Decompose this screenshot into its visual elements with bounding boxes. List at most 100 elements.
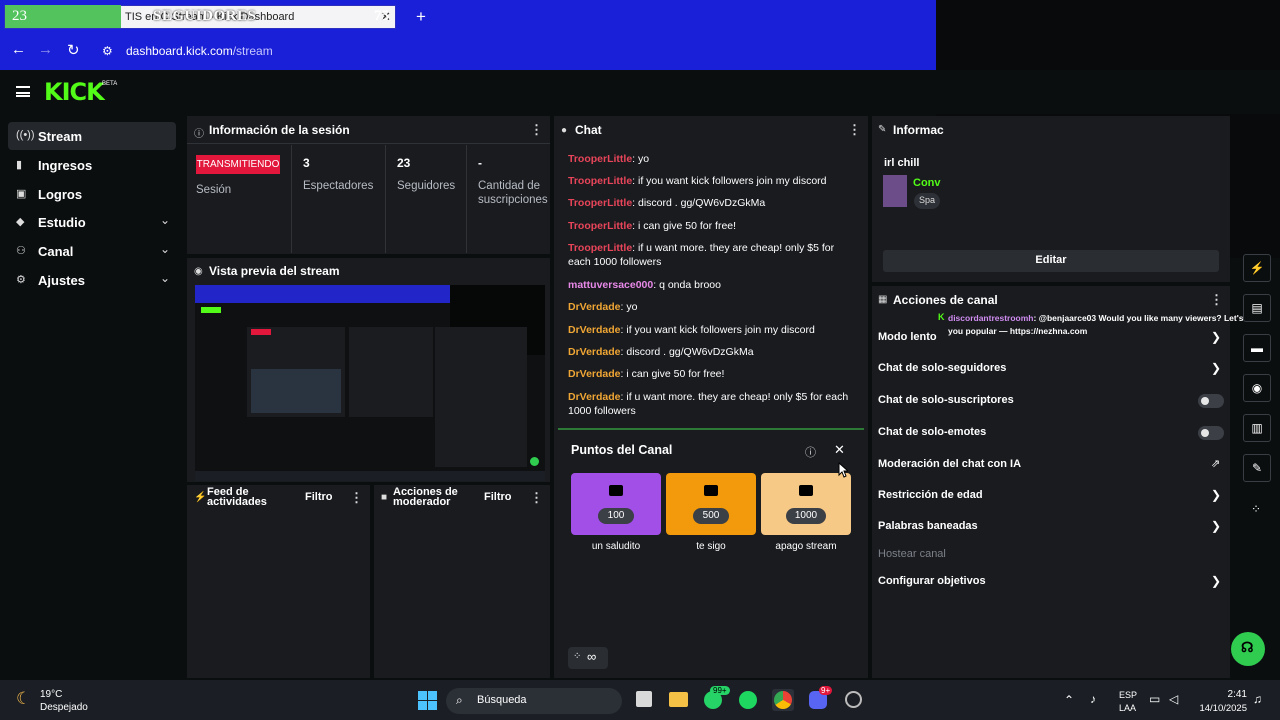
chat-message: TrooperLittle: yo [568, 152, 853, 166]
chat-username[interactable]: TrooperLittle [568, 220, 632, 232]
chat-text: : i can give 50 for free! [620, 368, 725, 380]
taskbar-search[interactable]: ⌕ Búsqueda [446, 688, 622, 714]
volume-icon[interactable]: ◁ [1169, 692, 1178, 706]
ai-moderation-item[interactable]: Moderación del chat con IA [878, 458, 1021, 470]
site-settings-icon[interactable]: ⚙ [102, 44, 113, 58]
chat-text: : yo [632, 153, 650, 165]
external-link-icon[interactable]: ⇗ [1211, 457, 1220, 470]
language-line2[interactable]: LAA [1119, 703, 1136, 713]
chat-username[interactable]: TrooperLittle [568, 242, 632, 254]
file-explorer-icon[interactable] [669, 692, 688, 707]
notification-bell-icon[interactable]: ♫ [1253, 692, 1262, 706]
gear-icon: ⚙ [16, 274, 26, 286]
chevron-down-icon: ⌄ [159, 213, 170, 227]
edit-button[interactable]: Editar [883, 250, 1219, 272]
preview-taskbar [195, 471, 545, 481]
wrench-icon[interactable]: ✎ [1243, 454, 1271, 482]
chat-username[interactable]: TrooperLittle [568, 175, 632, 187]
language-line1[interactable]: ESP [1119, 690, 1137, 700]
chat-bubble-icon[interactable]: ▬ [1243, 334, 1271, 362]
followers-only-item[interactable]: Chat de solo-seguidores [878, 362, 1006, 374]
chat-username[interactable]: TrooperLittle [568, 153, 632, 165]
chat-username[interactable]: TrooperLittle [568, 197, 632, 209]
sidebar-item-estudio[interactable]: ◆ Estudio ⌄ [8, 208, 176, 236]
sidebar-item-canal[interactable]: ⚇ Canal ⌄ [8, 237, 176, 265]
network-icon[interactable]: ▭ [1149, 692, 1160, 706]
new-tab-plus-icon[interactable]: + [416, 7, 426, 27]
windows-start-icon[interactable] [418, 691, 437, 710]
category-thumbnail [883, 175, 907, 207]
microphone-icon[interactable]: ♪ [1090, 692, 1096, 706]
forward-arrow-icon[interactable]: → [38, 41, 53, 58]
spotify-icon[interactable] [739, 691, 757, 709]
chat-message: DrVerdade: i can give 50 for free! [568, 367, 853, 381]
chevron-up-icon[interactable]: ⌃ [1064, 693, 1074, 707]
activity-menu-icon[interactable]: ⋮ [350, 490, 363, 506]
app-icon[interactable] [845, 691, 862, 708]
chevron-right-icon[interactable]: ❯ [1211, 519, 1221, 533]
category-name[interactable]: Conv [913, 177, 941, 189]
banned-words-item[interactable]: Palabras baneadas [878, 520, 978, 532]
chat-text: : yo [620, 301, 638, 313]
chat-overlay-message: K discordantrestroomh: @benjaarce03 Woul… [936, 312, 1276, 342]
points-icon[interactable]: ⁘ [1251, 502, 1261, 516]
subs-only-toggle[interactable] [1198, 394, 1224, 408]
reward-cost: 500 [693, 508, 729, 524]
chevron-right-icon[interactable]: ❯ [1211, 361, 1221, 375]
chrome-taskbar-button[interactable] [772, 689, 794, 711]
reward-card[interactable] [666, 473, 756, 535]
chat-username[interactable]: DrVerdade [568, 368, 621, 380]
chat-username[interactable]: DrVerdade [568, 391, 621, 403]
chat-menu-icon[interactable]: ⋮ [848, 122, 861, 138]
weather-temp: 19°C [40, 689, 63, 700]
goals-item[interactable]: Configurar objetivos [878, 575, 986, 587]
chat-username[interactable]: mattuversace000 [568, 279, 653, 291]
mod-menu-icon[interactable]: ⋮ [530, 490, 543, 506]
support-button[interactable]: ☊ [1231, 632, 1265, 666]
broadcast-icon[interactable]: ◉ [1243, 374, 1271, 402]
emotes-only-toggle[interactable] [1198, 426, 1224, 440]
session-menu-icon[interactable]: ⋮ [530, 122, 543, 138]
sidebar-item-stream[interactable]: ((•)) Stream [8, 122, 176, 150]
clock-date[interactable]: 14/10/2025 [1190, 703, 1247, 714]
slow-mode-item[interactable]: Modo lento [878, 331, 937, 343]
chevron-right-icon[interactable]: ❯ [1211, 488, 1221, 502]
reward-card[interactable] [761, 473, 851, 535]
preview-chat [349, 327, 433, 417]
layout-icon[interactable]: ▥ [1243, 414, 1271, 442]
task-view-icon[interactable] [636, 691, 652, 707]
sidebar-item-ajustes[interactable]: ⚙ Ajustes ⌄ [8, 266, 176, 294]
age-restriction-item[interactable]: Restricción de edad [878, 489, 983, 501]
sidebar-item-logros[interactable]: ▣ Logros [8, 180, 176, 208]
reward-card[interactable] [571, 473, 661, 535]
chat-username[interactable]: DrVerdade [568, 301, 621, 313]
document-icon[interactable]: ▤ [1243, 294, 1271, 322]
cursor-icon [838, 462, 848, 478]
chat-message: mattuversace000: q onda brooo [568, 278, 853, 292]
followers-goal-count: 75 [374, 8, 389, 24]
channel-actions-menu-icon[interactable]: ⋮ [1210, 292, 1223, 308]
points-balance-button[interactable]: ⁘ ∞ [568, 647, 608, 669]
close-icon[interactable]: ✕ [834, 442, 845, 458]
sidebar-item-ingresos[interactable]: ▮ Ingresos [8, 151, 176, 179]
mod-filter-button[interactable]: Filtro [484, 491, 512, 503]
chevron-right-icon[interactable]: ❯ [1211, 574, 1221, 588]
reward-name: te sigo [696, 541, 726, 552]
sidebar-item-label: Ingresos [38, 158, 93, 173]
back-arrow-icon[interactable]: ← [11, 41, 26, 58]
chat-message: TrooperLittle: discord . gg/QW6vDzGkMa [568, 196, 853, 210]
reload-icon[interactable]: ↻ [67, 41, 80, 59]
activity-filter-button[interactable]: Filtro [305, 491, 333, 503]
menu-icon[interactable] [16, 86, 30, 97]
chevron-right-icon[interactable]: ❯ [1211, 330, 1221, 344]
clock-time[interactable]: 2:41 [1199, 689, 1247, 700]
chat-username[interactable]: DrVerdade [568, 324, 621, 336]
info-icon[interactable]: ⓘ [805, 444, 816, 460]
url-field[interactable]: dashboard.kick.com/stream [126, 44, 273, 58]
lightning-icon[interactable]: ⚡ [1243, 254, 1271, 282]
stream-preview-video[interactable] [195, 285, 545, 481]
chat-username[interactable]: DrVerdade [568, 346, 621, 358]
chat-message: DrVerdade: if u want more. they are chea… [568, 390, 853, 418]
kick-logo[interactable]: KICK [44, 78, 105, 106]
chat-message: TrooperLittle: if you want kick follower… [568, 174, 853, 188]
